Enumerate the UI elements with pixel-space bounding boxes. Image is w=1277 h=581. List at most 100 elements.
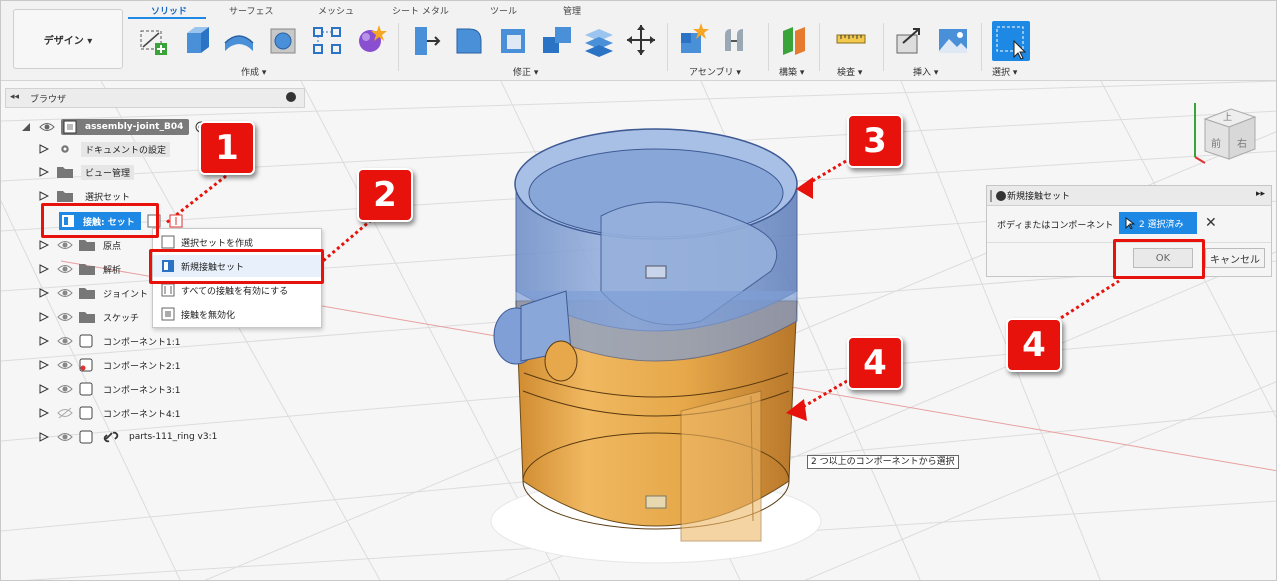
tree-item-joints[interactable]: ジョイント [39, 283, 148, 303]
insert-derive-icon[interactable] [893, 23, 925, 57]
expand-dialog-icon[interactable]: ▸▸ [1256, 189, 1265, 199]
insert-group-label[interactable]: 挿入 ▾ [913, 65, 938, 78]
new-component-icon[interactable] [677, 23, 709, 57]
hidden-eye-icon[interactable] [57, 407, 73, 419]
selection-field[interactable]: 2 選択済み [1119, 212, 1197, 234]
highlight-box-new-contact-set [149, 249, 324, 284]
dialog-title-bar[interactable]: 新規接触セット ▸▸ [987, 186, 1271, 206]
browser-panel-header[interactable]: ◂◂ ブラウザ [5, 88, 305, 108]
offset-plane-icon[interactable] [779, 23, 811, 57]
tab-mesh[interactable]: メッシュ [318, 4, 354, 17]
extrude-icon[interactable] [181, 23, 213, 57]
tree-item-component-1[interactable]: コンポーネント1:1 [39, 331, 181, 351]
create-form-icon[interactable] [355, 23, 387, 57]
tree-item-view-manager[interactable]: ビュー管理 [39, 162, 135, 182]
visibility-eye-icon[interactable] [57, 335, 73, 347]
component-icon [79, 382, 93, 396]
tree-item-document-settings[interactable]: ドキュメントの設定 [39, 139, 171, 159]
expand-triangle-icon[interactable] [39, 408, 49, 418]
cursor-icon [1125, 217, 1135, 229]
tab-sheet-metal[interactable]: シート メタル [392, 4, 449, 17]
viewcube-top-label[interactable]: 上 [1223, 110, 1232, 123]
assemble-group-label[interactable]: アセンブリ ▾ [689, 65, 741, 78]
visibility-eye-icon[interactable] [57, 287, 73, 299]
select-icon [996, 26, 1027, 60]
cancel-button[interactable]: キャンセル [1205, 248, 1265, 268]
select-group-label[interactable]: 選択 ▾ [992, 65, 1017, 78]
offset-face-icon[interactable] [583, 23, 615, 57]
create-group-label[interactable]: 作成 ▾ [241, 65, 266, 78]
tree-item-component-2[interactable]: コンポーネント2:1 [39, 355, 181, 375]
visibility-eye-icon[interactable] [57, 239, 73, 251]
component-icon [79, 406, 93, 420]
clear-selection-icon[interactable]: ✕ [1205, 215, 1217, 231]
modify-group-label[interactable]: 修正 ▾ [513, 65, 538, 78]
construct-group-label[interactable]: 構築 ▾ [779, 65, 804, 78]
expand-triangle-icon[interactable] [39, 240, 49, 250]
tab-tools[interactable]: ツール [490, 4, 517, 17]
folder-icon [57, 167, 73, 178]
create-sketch-icon[interactable] [137, 23, 169, 57]
press-pull-icon[interactable] [409, 23, 441, 57]
model-canvas [1, 81, 1276, 580]
inspect-group-label[interactable]: 検査 ▾ [837, 65, 862, 78]
joint-icon[interactable] [719, 23, 751, 57]
visibility-eye-icon[interactable] [57, 431, 73, 443]
toolbar-divider [768, 23, 769, 71]
expand-triangle-icon[interactable] [39, 360, 49, 370]
tree-item-component-3[interactable]: コンポーネント3:1 [39, 379, 181, 399]
tab-solid[interactable]: ソリッド [151, 4, 187, 17]
contact-disable-icon[interactable] [169, 214, 183, 228]
callout-badge-2: 2 [357, 168, 413, 222]
panel-options-icon[interactable] [286, 92, 296, 102]
visibility-eye-icon[interactable] [57, 263, 73, 275]
tree-root-row[interactable]: assembly-joint_B04 [21, 117, 207, 137]
visibility-eye-icon[interactable] [39, 121, 55, 133]
tree-item-label: コンポーネント2:1 [103, 361, 181, 372]
selection-tooltip: 2 つ以上のコンポーネントから選択 [807, 455, 959, 469]
revolve-icon[interactable] [223, 23, 255, 57]
select-tool-button[interactable] [992, 21, 1030, 61]
workspace-design-button[interactable]: デザイン ▾ [13, 9, 123, 69]
shell-icon[interactable] [497, 23, 529, 57]
viewcube-front-label[interactable]: 前 [1211, 135, 1221, 150]
pattern-icon[interactable] [311, 23, 343, 57]
tree-item-analysis[interactable]: 解析 [39, 259, 121, 279]
callout-4b-leader [1055, 279, 1120, 323]
insert-canvas-icon[interactable] [937, 23, 969, 57]
root-component-pill[interactable]: assembly-joint_B04 [61, 119, 190, 135]
expand-triangle-icon[interactable] [39, 167, 49, 177]
drag-handle-icon[interactable] [990, 190, 992, 202]
tree-item-component-4[interactable]: コンポーネント4:1 [39, 403, 181, 423]
viewcube-right-label[interactable]: 右 [1237, 135, 1247, 150]
expand-triangle-icon[interactable] [39, 432, 49, 442]
expand-triangle-icon[interactable] [39, 191, 49, 201]
toolbar: デザイン ▾ ソリッド サーフェス メッシュ シート メタル ツール 管理 作成… [1, 1, 1276, 81]
combine-icon[interactable] [541, 23, 573, 57]
3d-viewport[interactable]: 2 つ以上のコンポーネントから選択 [1, 81, 1276, 580]
expand-triangle-icon[interactable] [39, 312, 49, 322]
visibility-eye-icon[interactable] [57, 311, 73, 323]
tab-surface[interactable]: サーフェス [229, 4, 273, 17]
menu-item-disable-contact[interactable]: 接触を無効化 [153, 303, 321, 325]
component-icon [79, 430, 93, 444]
hole-icon[interactable] [267, 23, 299, 57]
tree-item-origin[interactable]: 原点 [39, 235, 121, 255]
measure-icon[interactable] [835, 23, 867, 57]
move-icon[interactable] [625, 23, 657, 57]
fillet-icon[interactable] [453, 23, 485, 57]
tree-item-sketches[interactable]: スケッチ [39, 307, 139, 327]
expand-triangle-icon[interactable] [39, 336, 49, 346]
collapse-panel-icon[interactable]: ◂◂ [10, 92, 19, 102]
expand-triangle-icon[interactable] [39, 264, 49, 274]
tab-manage[interactable]: 管理 [563, 4, 581, 17]
visibility-eye-icon[interactable] [57, 383, 73, 395]
expand-triangle-icon[interactable] [39, 384, 49, 394]
dialog-collapse-icon[interactable] [996, 191, 1006, 201]
visibility-eye-icon[interactable] [57, 359, 73, 371]
tree-item-linked-ring[interactable]: parts-111_ring v3:1 [39, 427, 217, 447]
collapse-triangle-icon[interactable] [21, 122, 31, 132]
expand-triangle-icon[interactable] [39, 288, 49, 298]
viewcube[interactable]: 上 前 右 [1191, 97, 1261, 167]
expand-triangle-icon[interactable] [39, 144, 49, 154]
